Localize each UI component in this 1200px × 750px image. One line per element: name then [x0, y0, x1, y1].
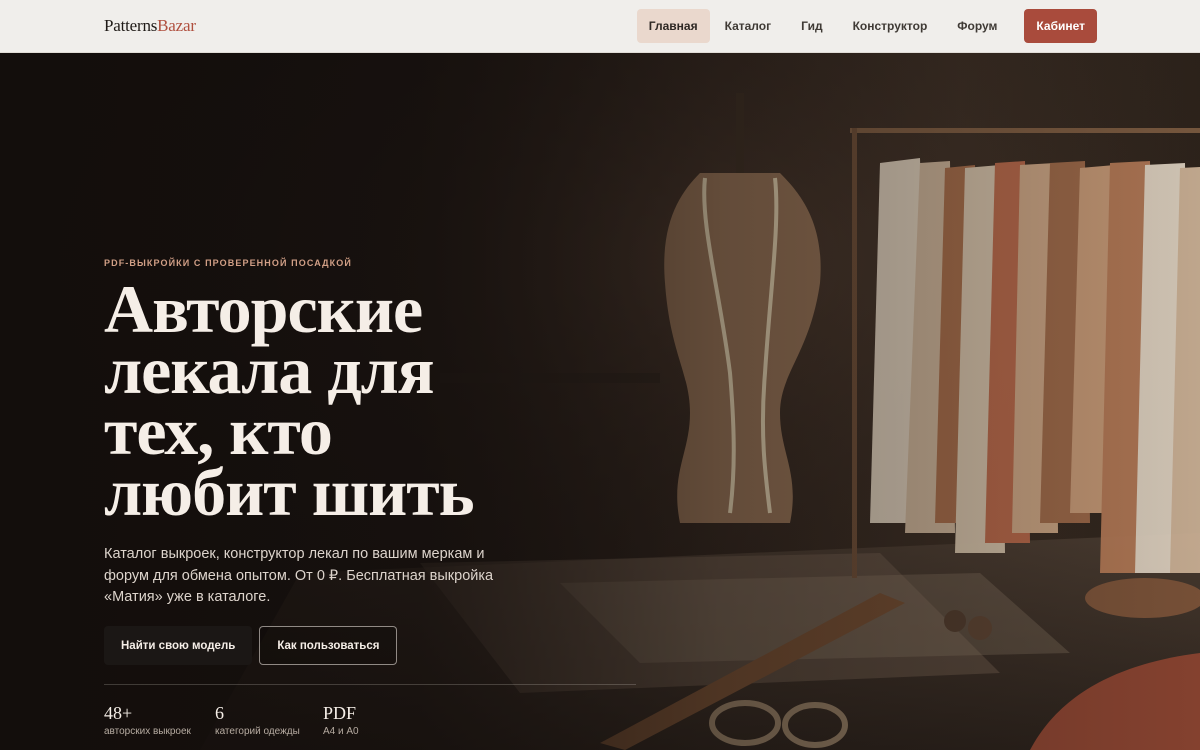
stats-divider — [104, 684, 636, 685]
headline-line: тех, кто — [104, 393, 333, 469]
top-navigation-bar: PatternsBazar Главная Каталог Гид Констр… — [0, 0, 1200, 53]
site-logo[interactable]: PatternsBazar — [104, 16, 196, 36]
stat-value: 48+ — [104, 703, 133, 723]
main-nav: Главная Каталог Гид Конструктор Форум Ка… — [636, 9, 1097, 43]
headline-line: Авторские — [104, 271, 423, 347]
nav-item-catalog[interactable]: Каталог — [710, 9, 787, 43]
stat-value: 6 — [215, 703, 224, 723]
cabinet-button[interactable]: Кабинет — [1024, 9, 1097, 43]
stat-value: PDF — [323, 703, 357, 723]
stat-categories: 6 категорий одежды — [215, 703, 307, 737]
headline-line: лекала для — [104, 332, 435, 408]
nav-item-constructor[interactable]: Конструктор — [838, 9, 943, 43]
stat-label: А4 и А0 — [323, 726, 359, 737]
hero-stats: 48+ авторских выкроек 6 категорий одежды… — [104, 703, 375, 737]
headline-line: любит шить — [104, 454, 475, 530]
logo-text-patterns: Patterns — [104, 16, 158, 35]
how-to-use-button[interactable]: Как пользоваться — [259, 626, 398, 665]
nav-item-forum[interactable]: Форум — [942, 9, 1012, 43]
nav-item-guide[interactable]: Гид — [786, 9, 838, 43]
hero-buttons: Найти свою модель Как пользоваться — [104, 626, 398, 665]
find-model-button[interactable]: Найти свою модель — [104, 626, 253, 665]
stat-label: категорий одежды — [215, 726, 300, 737]
logo-text-bazar: Bazar — [157, 16, 196, 35]
stat-patterns: 48+ авторских выкроек — [104, 703, 199, 737]
stat-label: авторских выкроек — [104, 726, 191, 737]
stat-format: PDF А4 и А0 — [323, 703, 359, 737]
hero-headline: Авторские лекала для тех, кто любит шить — [104, 271, 624, 530]
hero-subtitle: Каталог выкроек, конструктор лекал по ва… — [104, 546, 494, 605]
hero-eyebrow: PDF-выкройки с проверенной посадкой — [104, 258, 352, 268]
nav-item-home[interactable]: Главная — [636, 9, 710, 43]
